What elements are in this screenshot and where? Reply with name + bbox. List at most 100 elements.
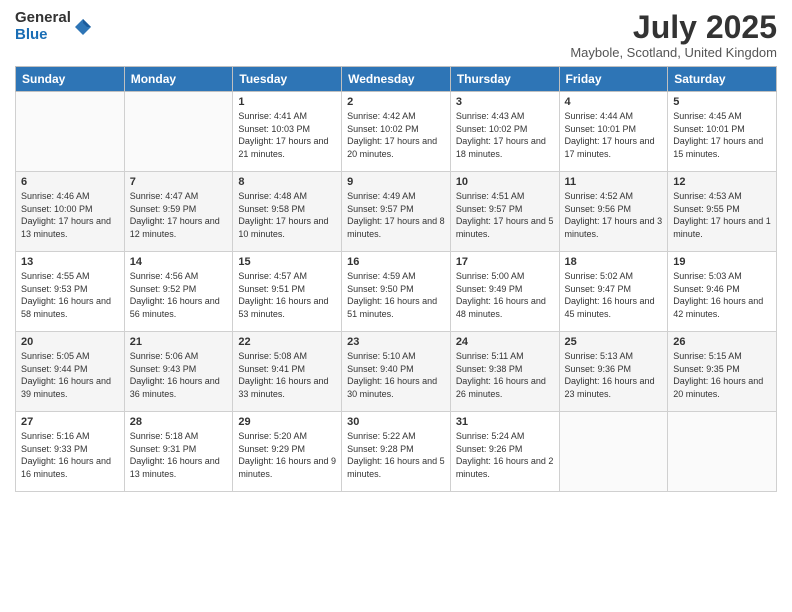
calendar-week-5: 27Sunrise: 5:16 AM Sunset: 9:33 PM Dayli… [16, 412, 777, 492]
col-sunday: Sunday [16, 67, 125, 92]
table-row: 30 Sunrise: 5:22 AM Sunset: 9:28 PM Dayli… [342, 412, 451, 492]
day-info: Sunrise: 5:08 AM Sunset: 9:41 PM Dayligh… [238, 350, 336, 400]
col-wednesday: Wednesday [342, 67, 451, 92]
day-number: 31 [456, 416, 554, 428]
day-info: Sunrise: 5:22 AM Sunset: 9:28 PM Dayligh… [347, 430, 445, 480]
table-row: 16 Sunrise: 4:59 AM Sunset: 9:50 PM Dayli… [342, 252, 451, 332]
month-title: July 2025 [570, 10, 777, 45]
day-number: 13 [21, 256, 119, 268]
logo: General Blue [15, 10, 93, 43]
calendar-week-2: 6 Sunrise: 4:46 AM Sunset: 10:00 PM Dayli… [16, 172, 777, 252]
col-friday: Friday [559, 67, 668, 92]
day-info: Sunrise: 4:57 AM Sunset: 9:51 PM Dayligh… [238, 270, 336, 320]
table-row: 27Sunrise: 5:16 AM Sunset: 9:33 PM Dayli… [16, 412, 125, 492]
day-number: 24 [456, 336, 554, 348]
calendar: Sunday Monday Tuesday Wednesday Thursday… [15, 66, 777, 492]
table-row: 20 Sunrise: 5:05 AM Sunset: 9:44 PM Dayli… [16, 332, 125, 412]
table-row: 26Sunrise: 5:15 AM Sunset: 9:35 PM Dayli… [668, 332, 777, 412]
day-info: Sunrise: 5:05 AM Sunset: 9:44 PM Dayligh… [21, 350, 119, 400]
day-info: Sunrise: 5:02 AM Sunset: 9:47 PM Dayligh… [565, 270, 663, 320]
col-thursday: Thursday [450, 67, 559, 92]
day-number: 20 [21, 336, 119, 348]
day-info: Sunrise: 5:16 AM Sunset: 9:33 PM Dayligh… [21, 430, 119, 480]
table-row: 9Sunrise: 4:49 AM Sunset: 9:57 PM Daylig… [342, 172, 451, 252]
day-number: 19 [673, 256, 771, 268]
day-info: Sunrise: 4:59 AM Sunset: 9:50 PM Dayligh… [347, 270, 445, 320]
table-row: 23 Sunrise: 5:10 AM Sunset: 9:40 PM Dayli… [342, 332, 451, 412]
day-info: Sunrise: 5:13 AM Sunset: 9:36 PM Dayligh… [565, 350, 663, 400]
day-number: 7 [130, 176, 228, 188]
day-info: Sunrise: 4:42 AM Sunset: 10:02 PM Daylig… [347, 110, 445, 160]
title-section: July 2025 Maybole, Scotland, United King… [570, 10, 777, 60]
day-number: 25 [565, 336, 663, 348]
table-row: 15Sunrise: 4:57 AM Sunset: 9:51 PM Dayli… [233, 252, 342, 332]
day-number: 5 [673, 96, 771, 108]
day-info: Sunrise: 5:18 AM Sunset: 9:31 PM Dayligh… [130, 430, 228, 480]
table-row: 12Sunrise: 4:53 AM Sunset: 9:55 PM Dayli… [668, 172, 777, 252]
logo-blue: Blue [15, 27, 71, 44]
day-number: 16 [347, 256, 445, 268]
day-number: 14 [130, 256, 228, 268]
table-row: 19 Sunrise: 5:03 AM Sunset: 9:46 PM Dayli… [668, 252, 777, 332]
table-row: 2 Sunrise: 4:42 AM Sunset: 10:02 PM Dayli… [342, 92, 451, 172]
table-row: 29 Sunrise: 5:20 AM Sunset: 9:29 PM Dayli… [233, 412, 342, 492]
table-row [559, 412, 668, 492]
table-row: 1Sunrise: 4:41 AM Sunset: 10:03 PM Dayli… [233, 92, 342, 172]
day-number: 30 [347, 416, 445, 428]
day-number: 23 [347, 336, 445, 348]
day-number: 1 [238, 96, 336, 108]
day-info: Sunrise: 4:46 AM Sunset: 10:00 PM Daylig… [21, 190, 119, 240]
calendar-week-4: 20 Sunrise: 5:05 AM Sunset: 9:44 PM Dayli… [16, 332, 777, 412]
day-info: Sunrise: 5:24 AM Sunset: 9:26 PM Dayligh… [456, 430, 554, 480]
table-row: 25 Sunrise: 5:13 AM Sunset: 9:36 PM Dayli… [559, 332, 668, 412]
table-row [124, 92, 233, 172]
day-info: Sunrise: 5:03 AM Sunset: 9:46 PM Dayligh… [673, 270, 771, 320]
day-number: 21 [130, 336, 228, 348]
table-row [668, 412, 777, 492]
day-info: Sunrise: 5:00 AM Sunset: 9:49 PM Dayligh… [456, 270, 554, 320]
table-row: 8Sunrise: 4:48 AM Sunset: 9:58 PM Daylig… [233, 172, 342, 252]
col-tuesday: Tuesday [233, 67, 342, 92]
table-row: 21 Sunrise: 5:06 AM Sunset: 9:43 PM Dayli… [124, 332, 233, 412]
calendar-week-1: 1Sunrise: 4:41 AM Sunset: 10:03 PM Dayli… [16, 92, 777, 172]
day-info: Sunrise: 4:47 AM Sunset: 9:59 PM Dayligh… [130, 190, 228, 240]
day-info: Sunrise: 4:51 AM Sunset: 9:57 PM Dayligh… [456, 190, 554, 240]
day-info: Sunrise: 4:53 AM Sunset: 9:55 PM Dayligh… [673, 190, 771, 240]
day-number: 18 [565, 256, 663, 268]
day-info: Sunrise: 4:48 AM Sunset: 9:58 PM Dayligh… [238, 190, 336, 240]
table-row: 6 Sunrise: 4:46 AM Sunset: 10:00 PM Dayli… [16, 172, 125, 252]
table-row: 14 Sunrise: 4:56 AM Sunset: 9:52 PM Dayli… [124, 252, 233, 332]
day-number: 9 [347, 176, 445, 188]
day-info: Sunrise: 4:43 AM Sunset: 10:02 PM Daylig… [456, 110, 554, 160]
table-row: 22Sunrise: 5:08 AM Sunset: 9:41 PM Dayli… [233, 332, 342, 412]
table-row: 11Sunrise: 4:52 AM Sunset: 9:56 PM Dayli… [559, 172, 668, 252]
logo-general: General [15, 10, 71, 27]
table-row: 28 Sunrise: 5:18 AM Sunset: 9:31 PM Dayli… [124, 412, 233, 492]
header: General Blue July 2025 Maybole, Scotland… [15, 10, 777, 60]
day-info: Sunrise: 4:44 AM Sunset: 10:01 PM Daylig… [565, 110, 663, 160]
table-row: 7 Sunrise: 4:47 AM Sunset: 9:59 PM Daylig… [124, 172, 233, 252]
day-number: 2 [347, 96, 445, 108]
logo-icon [73, 17, 93, 37]
day-number: 29 [238, 416, 336, 428]
day-info: Sunrise: 5:06 AM Sunset: 9:43 PM Dayligh… [130, 350, 228, 400]
table-row: 18 Sunrise: 5:02 AM Sunset: 9:47 PM Dayli… [559, 252, 668, 332]
table-row: 24Sunrise: 5:11 AM Sunset: 9:38 PM Dayli… [450, 332, 559, 412]
table-row: 10 Sunrise: 4:51 AM Sunset: 9:57 PM Dayli… [450, 172, 559, 252]
day-info: Sunrise: 4:45 AM Sunset: 10:01 PM Daylig… [673, 110, 771, 160]
day-number: 6 [21, 176, 119, 188]
logo-text: General Blue [15, 10, 71, 43]
day-info: Sunrise: 5:20 AM Sunset: 9:29 PM Dayligh… [238, 430, 336, 480]
day-number: 28 [130, 416, 228, 428]
day-number: 3 [456, 96, 554, 108]
calendar-week-3: 13 Sunrise: 4:55 AM Sunset: 9:53 PM Dayli… [16, 252, 777, 332]
day-info: Sunrise: 5:10 AM Sunset: 9:40 PM Dayligh… [347, 350, 445, 400]
day-number: 10 [456, 176, 554, 188]
day-info: Sunrise: 4:55 AM Sunset: 9:53 PM Dayligh… [21, 270, 119, 320]
day-info: Sunrise: 4:56 AM Sunset: 9:52 PM Dayligh… [130, 270, 228, 320]
table-row: 31 Sunrise: 5:24 AM Sunset: 9:26 PM Dayli… [450, 412, 559, 492]
location: Maybole, Scotland, United Kingdom [570, 45, 777, 60]
table-row: 17Sunrise: 5:00 AM Sunset: 9:49 PM Dayli… [450, 252, 559, 332]
day-number: 26 [673, 336, 771, 348]
col-saturday: Saturday [668, 67, 777, 92]
